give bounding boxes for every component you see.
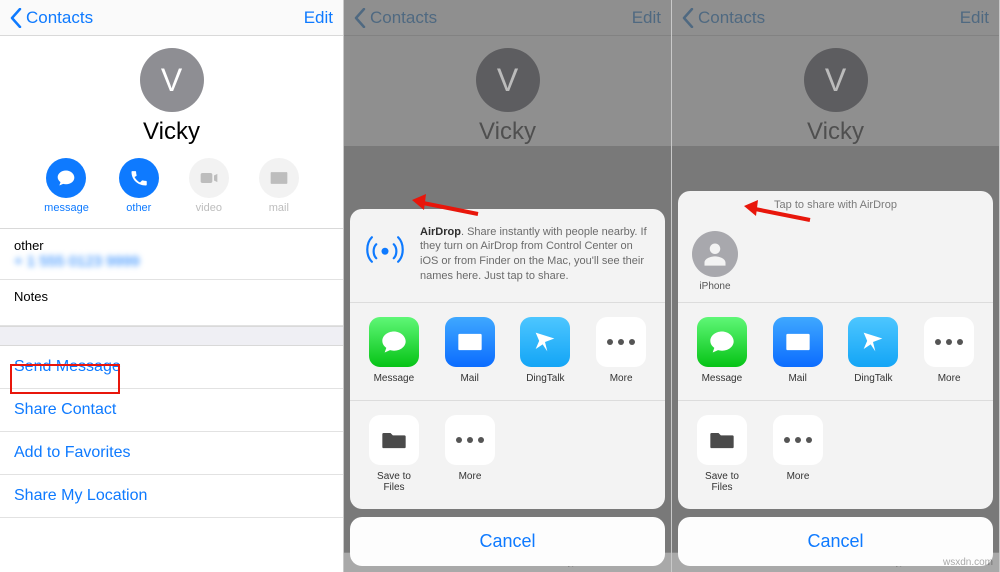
message-icon	[46, 158, 86, 198]
more-icon	[445, 415, 495, 465]
action-call[interactable]: other	[119, 158, 159, 214]
phone-icon	[119, 158, 159, 198]
share-app-message[interactable]: Message	[366, 317, 422, 384]
action-mail[interactable]: mail	[259, 158, 299, 214]
panel-contact-detail: Contacts Edit V Vicky message other vide…	[0, 0, 344, 572]
cancel-button[interactable]: Cancel	[350, 517, 665, 566]
action-message-label: message	[44, 202, 89, 214]
phone-label: other	[14, 238, 329, 253]
action-mail-label: mail	[269, 202, 289, 214]
folder-icon	[369, 415, 419, 465]
add-favorites-link[interactable]: Add to Favorites	[0, 432, 343, 475]
share-app-more[interactable]: More	[593, 317, 649, 384]
share-actions-row: Save to Files More	[350, 401, 665, 509]
share-app-mail[interactable]: Mail	[770, 317, 826, 384]
mail-icon	[259, 158, 299, 198]
share-sheet: Tap to share with AirDrop iPhone Message…	[678, 191, 993, 566]
share-apps-row: Message Mail DingTalk More	[350, 303, 665, 401]
airdrop-target-label: iPhone	[699, 281, 730, 292]
send-message-link[interactable]: Send Message	[0, 346, 343, 389]
chevron-left-icon	[10, 8, 22, 28]
dingtalk-app-icon	[848, 317, 898, 367]
share-contact-link[interactable]: Share Contact	[0, 389, 343, 432]
phone-cell[interactable]: other + 1 555 0123 9999	[0, 229, 343, 280]
share-action-more[interactable]: More	[442, 415, 498, 493]
share-sheet: AirDrop. Share instantly with people nea…	[350, 209, 665, 566]
phone-number: + 1 555 0123 9999	[14, 253, 329, 270]
airdrop-target[interactable]: iPhone	[692, 231, 738, 292]
folder-icon	[697, 415, 747, 465]
notes-cell[interactable]: Notes	[0, 280, 343, 326]
airdrop-section[interactable]: AirDrop. Share instantly with people nea…	[350, 209, 665, 303]
edit-button[interactable]: Edit	[304, 8, 333, 28]
quick-actions: message other video mail	[0, 146, 343, 228]
action-video[interactable]: video	[189, 158, 229, 214]
airdrop-tip: Tap to share with AirDrop	[774, 199, 897, 211]
share-app-dingtalk[interactable]: DingTalk	[518, 317, 574, 384]
avatar: V	[140, 48, 204, 112]
navbar: Contacts Edit	[0, 0, 343, 36]
share-location-link[interactable]: Share My Location	[0, 475, 343, 518]
dingtalk-app-icon	[520, 317, 570, 367]
share-app-more[interactable]: More	[921, 317, 977, 384]
contact-header: V Vicky	[0, 36, 343, 146]
more-icon	[596, 317, 646, 367]
share-app-dingtalk[interactable]: DingTalk	[846, 317, 902, 384]
airdrop-icon	[364, 225, 406, 267]
share-actions-row: Save to Files More	[678, 401, 993, 509]
avatar-initial: V	[161, 62, 182, 99]
video-icon	[189, 158, 229, 198]
mail-app-icon	[445, 317, 495, 367]
share-app-message[interactable]: Message	[694, 317, 750, 384]
contact-name: Vicky	[143, 118, 200, 146]
share-apps-row: Message Mail DingTalk More	[678, 303, 993, 401]
action-video-label: video	[196, 202, 222, 214]
more-icon	[924, 317, 974, 367]
share-action-save-files[interactable]: Save to Files	[366, 415, 422, 493]
share-action-save-files[interactable]: Save to Files	[694, 415, 750, 493]
messages-app-icon	[369, 317, 419, 367]
messages-app-icon	[697, 317, 747, 367]
share-app-mail[interactable]: Mail	[442, 317, 498, 384]
watermark: wsxdn.com	[943, 557, 993, 568]
mail-app-icon	[773, 317, 823, 367]
share-action-more[interactable]: More	[770, 415, 826, 493]
notes-label: Notes	[14, 289, 329, 304]
person-silhouette-icon	[692, 231, 738, 277]
back-label: Contacts	[26, 8, 93, 28]
panel-share-sheet-airdrop-info: Contacts Edit V Vicky Favorites Recents …	[344, 0, 672, 572]
action-call-label: other	[126, 202, 151, 214]
more-icon	[773, 415, 823, 465]
airdrop-instructions: AirDrop. Share instantly with people nea…	[420, 225, 651, 284]
back-button[interactable]: Contacts	[10, 8, 93, 28]
panel-share-sheet-airdrop-target: Contacts Edit V Vicky Favorites Recents …	[672, 0, 1000, 572]
airdrop-section: Tap to share with AirDrop iPhone	[678, 191, 993, 303]
action-message[interactable]: message	[44, 158, 89, 214]
